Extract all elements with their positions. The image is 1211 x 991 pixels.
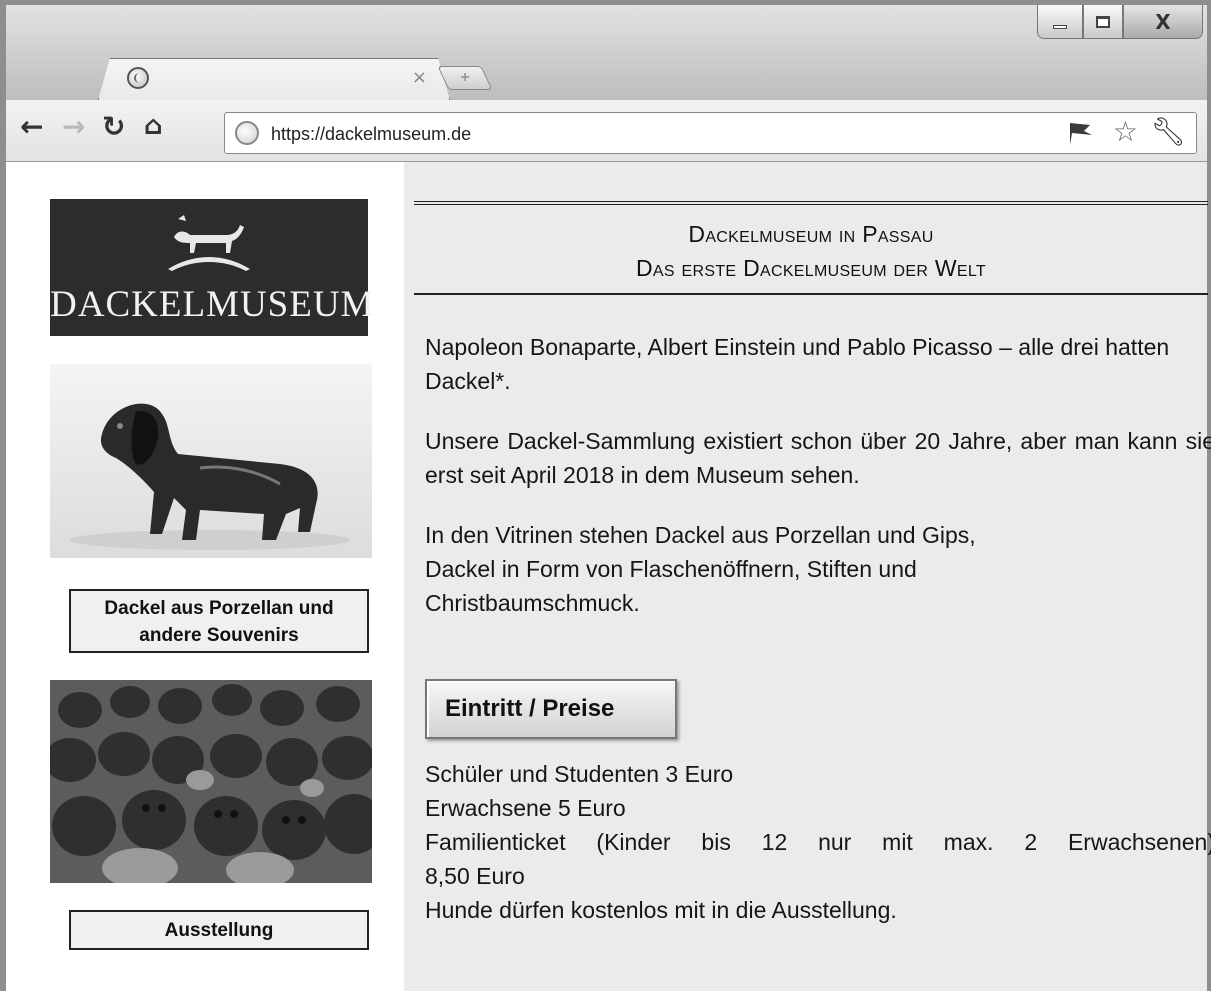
minimize-icon	[1053, 24, 1067, 29]
flag-icon[interactable]	[1066, 119, 1096, 147]
price-list: Schüler und Studenten 3 Euro Erwachsene …	[425, 757, 1211, 893]
reload-icon[interactable]: ↻	[102, 110, 125, 143]
page-header: Dackelmuseum in Passau Das erste Dackelm…	[414, 201, 1208, 295]
page-subtitle: Das erste Dackelmuseum der Welt	[636, 255, 986, 281]
browser-window: X × + ← → ↻ ⌂ https://dackelmuseum.de ☆ …	[0, 0, 1211, 991]
price-family: Familienticket (Kinder bis 12 nur mit ma…	[425, 829, 1211, 855]
caption-porcelain[interactable]: Dackel aus Porzellan und andere Souvenir…	[69, 589, 369, 653]
web-page: DACKELMUSEUM Dackel aus Porzellan und an…	[6, 162, 1211, 991]
new-tab-button[interactable]: +	[437, 66, 493, 90]
page-title: Dackelmuseum in Passau	[688, 221, 934, 247]
home-icon[interactable]: ⌂	[144, 111, 163, 141]
browser-tab[interactable]: ×	[98, 58, 450, 100]
tab-close-icon[interactable]: ×	[412, 67, 427, 88]
museum-logo: DACKELMUSEUM	[50, 199, 375, 336]
caption-exhibition[interactable]: Ausstellung	[69, 910, 369, 950]
globe-icon	[235, 121, 259, 145]
price-adults: Erwachsene 5 Euro	[425, 795, 626, 821]
url-text[interactable]: https://dackelmuseum.de	[271, 124, 471, 145]
minimize-button[interactable]	[1037, 5, 1083, 39]
globe-icon	[127, 67, 149, 89]
window-controls: X	[1037, 5, 1207, 43]
plus-icon: +	[460, 69, 470, 86]
vitrines-paragraph: In den Vitrinen stehen Dackel aus Porzel…	[425, 518, 1211, 620]
main-content: Dackelmuseum in Passau Das erste Dackelm…	[404, 162, 1211, 991]
vitrines-line-1: In den Vitrinen stehen Dackel aus Porzel…	[425, 522, 976, 548]
intro-paragraph: Napoleon Bonaparte, Albert Einstein und …	[425, 334, 1170, 394]
sidebar: DACKELMUSEUM Dackel aus Porzellan und an…	[6, 162, 404, 991]
prices-button[interactable]: Eintritt / Preise	[425, 679, 677, 739]
forward-arrow-icon[interactable]: →	[62, 110, 85, 143]
back-arrow-icon[interactable]: ←	[20, 110, 43, 143]
price-students: Schüler und Studenten 3 Euro	[425, 761, 734, 787]
maximize-icon	[1096, 15, 1110, 28]
title-bar: X × +	[6, 5, 1207, 100]
dogs-note: Hunde dürfen kostenlos mit in die Ausste…	[425, 897, 897, 923]
vitrines-line-2: Dackel in Form von Flaschenöffnern, Stif…	[425, 556, 917, 582]
dachshund-crowd-image[interactable]	[50, 680, 372, 883]
star-icon[interactable]: ☆	[1113, 115, 1138, 148]
address-bar[interactable]: https://dackelmuseum.de ☆ 🔧︎	[224, 112, 1197, 154]
maximize-button[interactable]	[1083, 5, 1123, 39]
browser-toolbar: ← → ↻ ⌂ https://dackelmuseum.de ☆ 🔧︎	[6, 100, 1207, 162]
collection-paragraph: Unsere Dackel-Sammlung existiert schon ü…	[425, 428, 1211, 488]
porcelain-dachshund-image[interactable]	[50, 364, 372, 558]
dachshund-logo-icon	[168, 215, 250, 271]
wrench-icon[interactable]: 🔧︎	[1150, 115, 1186, 148]
vitrines-line-3: Christbaumschmuck.	[425, 590, 640, 616]
close-window-button[interactable]: X	[1123, 5, 1203, 39]
price-family-amount: 8,50 Euro	[425, 863, 525, 889]
logo-text: DACKELMUSEUM	[50, 284, 375, 325]
close-icon: X	[1155, 9, 1171, 34]
